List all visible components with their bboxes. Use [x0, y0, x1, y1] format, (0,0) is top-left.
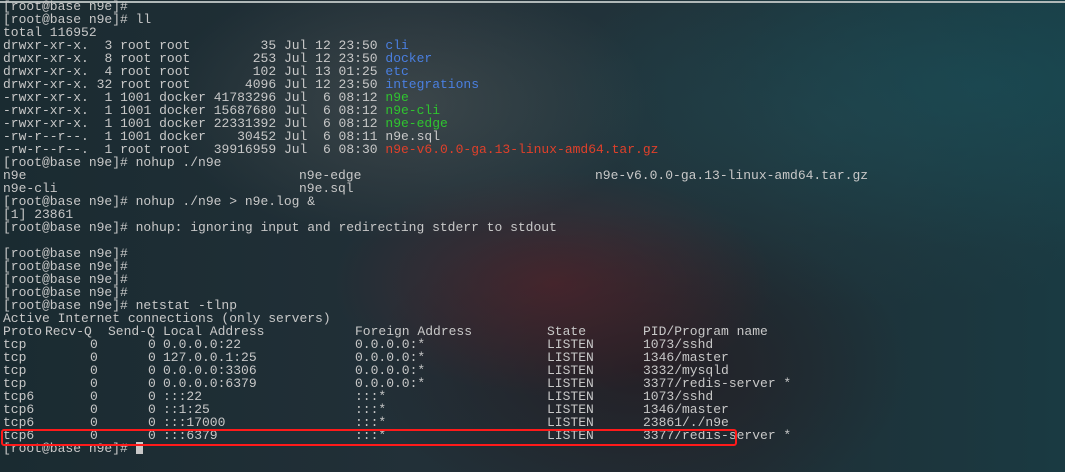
top-divider	[0, 1, 1065, 3]
command-text: [root@base n9e]# nohup ./n9e	[3, 155, 222, 170]
terminal-window[interactable]: [root@base n9e]# [root@base n9e]# ll total…	[0, 0, 1065, 472]
completion-entry: n9e-v6.0.0-ga.13-linux-amd64.tar.gz	[595, 168, 869, 183]
file-name: n9e-v6.0.0-ga.13-linux-amd64.tar.gz	[385, 142, 659, 157]
terminal-line: [root@base n9e]# nohup ./n9e	[3, 156, 221, 169]
column-header: Recv-Q	[45, 324, 92, 339]
file-size: 39916959	[213, 142, 277, 157]
command-text: [root@base n9e]# nohup: ignoring input a…	[3, 220, 557, 235]
file-date: Jul 6 08:30	[283, 142, 378, 157]
highlight-box	[1, 429, 737, 446]
terminal-line: [root@base n9e]# nohup: ignoring input a…	[3, 221, 557, 234]
